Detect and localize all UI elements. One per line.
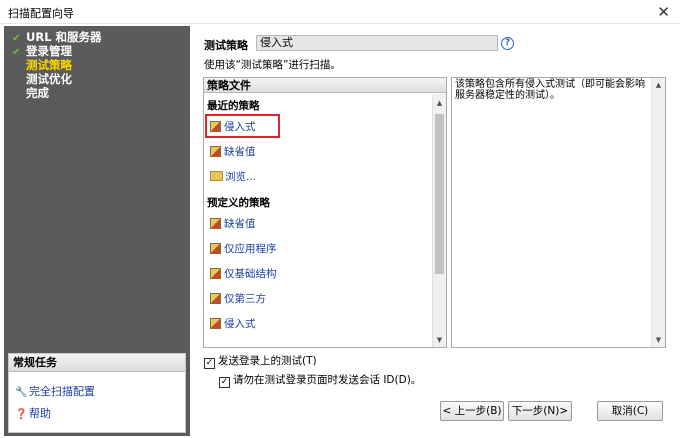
step-test-optimization[interactable]: 测试优化 [12,72,102,86]
send-login-tests-option[interactable]: ✓ 发送登录上的测试(T) [204,354,317,369]
test-policy-field: 侵入式 [256,35,498,51]
full-scan-config-link[interactable]: 🔧 完全扫描配置 [15,384,95,400]
scroll-up-icon[interactable]: ▲ [652,78,665,92]
next-button[interactable]: 下一步(N)> [508,401,572,421]
policy-files-header: 策略文件 [204,78,446,93]
policy-icon [210,243,221,254]
send-login-tests-checkbox[interactable]: ✓ [204,358,215,369]
step-label: 完成 [26,86,49,100]
recent-policies-header: 最近的策略 [207,100,260,112]
policy-list-scrollbar[interactable]: ▲ ▼ [432,94,446,347]
scroll-up-icon[interactable]: ▲ [433,96,446,110]
step-test-policy[interactable]: 测试策略 [12,58,102,72]
close-icon[interactable]: ✕ [657,3,670,21]
wizard-steps: ✔ URL 和服务器 ✔ 登录管理 测试策略 测试优化 完成 [12,30,102,100]
step-label: 测试策略 [26,58,72,72]
predefined-policy-infra-only[interactable]: 仅基础结构 [210,266,277,282]
common-tasks-header: 常规任务 [9,354,185,372]
no-session-id-checkbox[interactable]: ✓ [219,377,230,388]
policy-description-text: 该策略包含所有侵入式测试（即可能会影响服务器稳定性的测试）。 [455,79,645,101]
predefined-policy-intrusive[interactable]: 侵入式 [210,316,256,332]
step-login-management[interactable]: ✔ 登录管理 [12,44,102,58]
description-scrollbar[interactable]: ▲ ▼ [651,78,665,347]
step-label: 测试优化 [26,72,72,86]
usage-text: 使用该“测试策略”进行扫描。 [204,59,341,71]
test-policy-label: 测试策略 [204,39,248,52]
step-label: 登录管理 [26,44,72,58]
scroll-down-icon[interactable]: ▼ [652,333,665,347]
back-button[interactable]: < 上一步(B) [440,401,504,421]
wrench-icon: 🔧 [15,387,28,398]
recent-policy-default[interactable]: 缺省值 [210,144,256,160]
policy-description-panel: 该策略包含所有侵入式测试（即可能会影响服务器稳定性的测试）。 ▲ ▼ [451,77,666,348]
policy-icon [210,293,221,304]
browse-link[interactable]: 浏览... [210,169,256,185]
predefined-policy-app-only[interactable]: 仅应用程序 [210,241,277,257]
step-finish[interactable]: 完成 [12,86,102,100]
selection-highlight-box [205,114,280,138]
wizard-sidebar: ✔ URL 和服务器 ✔ 登录管理 测试策略 测试优化 完成 常规任务 🔧 完全扫描配… [4,26,190,436]
predefined-policy-third-party[interactable]: 仅第三方 [210,291,266,307]
policy-icon [210,268,221,279]
predefined-policies-header: 预定义的策略 [207,197,270,209]
policy-icon [210,218,221,229]
predefined-policy-default[interactable]: 缺省值 [210,216,256,232]
title-bar: 扫描配置向导 ✕ [0,0,680,24]
policy-icon [210,146,221,157]
cancel-button[interactable]: 取消(C) [597,401,663,421]
policy-icon [210,318,221,329]
scroll-thumb[interactable] [435,114,444,274]
folder-icon [210,171,223,181]
common-tasks-panel: 常规任务 🔧 完全扫描配置 ❓ 帮助 [8,353,186,433]
scroll-down-icon[interactable]: ▼ [433,333,446,347]
help-icon[interactable]: ? [501,37,514,50]
step-url-server[interactable]: ✔ URL 和服务器 [12,30,102,44]
window-title: 扫描配置向导 [8,7,74,20]
help-icon: ❓ [15,409,28,420]
step-label: URL 和服务器 [26,30,102,44]
no-session-id-option[interactable]: ✓ 请勿在测试登录页面时发送会话 ID(D)。 [219,373,421,388]
help-link[interactable]: ❓ 帮助 [15,406,51,422]
